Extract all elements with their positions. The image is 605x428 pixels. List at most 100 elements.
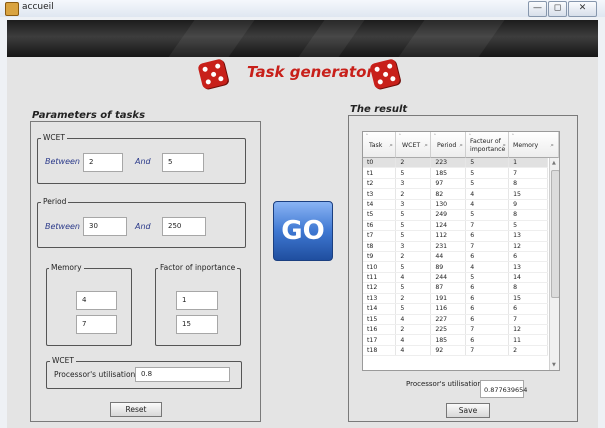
scrollbar-thumb[interactable] xyxy=(551,170,559,298)
filter-icon[interactable]: ⌕ xyxy=(424,141,428,150)
table-cell: t18 xyxy=(363,345,397,357)
table-cell: 5 xyxy=(395,282,432,294)
table-cell: 6 xyxy=(465,303,510,315)
table-cell: 5 xyxy=(395,303,432,315)
memory-value2-input[interactable]: 7 xyxy=(76,315,117,334)
table-cell: 4 xyxy=(395,272,432,284)
column-header-factor[interactable]: ⌃ Facteur of importance ⌕ xyxy=(466,132,509,158)
table-row[interactable]: t1 5 185 5 7 xyxy=(363,167,548,179)
table-row[interactable]: t16 2 225 7 12 xyxy=(363,324,548,336)
table-cell: 5 xyxy=(465,209,510,221)
parameters-heading: Parameters of tasks xyxy=(32,110,146,121)
sort-icon: ⌃ xyxy=(433,134,437,139)
filter-icon[interactable]: ⌕ xyxy=(389,141,393,150)
save-button[interactable]: Save xyxy=(446,403,490,418)
column-header-wcet[interactable]: ⌃ WCET ⌕ xyxy=(396,132,431,158)
filter-icon[interactable]: ⌕ xyxy=(459,141,463,150)
table-cell: 2 xyxy=(395,293,432,305)
table-cell: 4 xyxy=(395,334,432,346)
table-cell: 15 xyxy=(508,188,548,200)
table-row[interactable]: t6 5 124 7 5 xyxy=(363,220,548,232)
table-row[interactable]: t11 4 244 5 14 xyxy=(363,272,548,284)
table-cell: 8 xyxy=(508,282,548,294)
table-cell: 185 xyxy=(430,167,467,179)
table-cell: 6 xyxy=(508,251,548,263)
table-cell: 223 xyxy=(430,158,467,169)
sort-icon: ⌃ xyxy=(398,134,402,139)
table-cell: 2 xyxy=(508,345,548,357)
period-min-input[interactable]: 30 xyxy=(83,217,127,236)
memory-group-label: Memory xyxy=(49,263,84,272)
table-row[interactable]: t18 4 92 7 2 xyxy=(363,345,548,357)
wcet-between-label: Between xyxy=(45,157,81,166)
table-row[interactable]: t14 5 116 6 6 xyxy=(363,303,548,315)
wcet-min-input[interactable]: 2 xyxy=(83,153,123,172)
table-cell: 5 xyxy=(465,167,510,179)
minimize-button[interactable]: — xyxy=(528,1,547,17)
table-row[interactable]: t9 2 44 6 6 xyxy=(363,251,548,263)
table-cell: t11 xyxy=(363,272,397,284)
table-row[interactable]: t17 4 185 6 11 xyxy=(363,334,548,346)
table-cell: 4 xyxy=(395,345,432,357)
table-row[interactable]: t4 3 130 4 9 xyxy=(363,199,548,211)
table-row[interactable]: t2 3 97 5 8 xyxy=(363,178,548,190)
table-cell: 12 xyxy=(508,241,548,252)
filter-icon[interactable]: ⌕ xyxy=(502,141,506,150)
app-icon xyxy=(5,2,19,16)
table-row[interactable]: t15 4 227 6 7 xyxy=(363,314,548,326)
table-cell: 7 xyxy=(465,220,510,232)
table-cell: 8 xyxy=(508,178,548,190)
maximize-button[interactable]: ◻ xyxy=(548,1,567,17)
memory-value1-input[interactable]: 4 xyxy=(76,291,117,310)
table-row[interactable]: t10 5 89 4 13 xyxy=(363,261,548,273)
table-cell: 2 xyxy=(395,158,432,169)
table-row[interactable]: t5 5 249 5 8 xyxy=(363,209,548,221)
table-cell: 227 xyxy=(430,314,467,326)
table-cell: 14 xyxy=(508,272,548,284)
factor-value1-input[interactable]: 1 xyxy=(176,291,218,310)
table-cell: 185 xyxy=(430,334,467,346)
table-cell: 124 xyxy=(430,220,467,232)
table-cell: 6 xyxy=(465,282,510,294)
table-cell: 249 xyxy=(430,209,467,221)
table-row[interactable]: t12 5 87 6 8 xyxy=(363,282,548,294)
table-cell: 92 xyxy=(430,345,467,357)
scroll-up-icon[interactable]: ▲ xyxy=(552,160,556,166)
table-cell: 12 xyxy=(508,324,548,336)
period-and-label: And xyxy=(135,222,151,231)
table-cell: 5 xyxy=(395,261,432,273)
table-cell: 5 xyxy=(465,178,510,190)
table-cell: 191 xyxy=(430,293,467,305)
table-cell: t3 xyxy=(363,188,397,200)
reset-button[interactable]: Reset xyxy=(110,402,162,417)
column-header-task[interactable]: ⌃ Task ⌕ xyxy=(363,132,396,158)
column-header-period[interactable]: ⌃ Period ⌕ xyxy=(431,132,466,158)
table-cell: 225 xyxy=(430,324,467,336)
table-cell: 116 xyxy=(430,303,467,315)
table-cell: 231 xyxy=(430,241,467,252)
column-header-memory[interactable]: ⌃ Memory ⌕ xyxy=(509,132,559,158)
table-cell: t6 xyxy=(363,220,397,232)
close-button[interactable]: ✕ xyxy=(568,1,597,17)
scroll-down-icon[interactable]: ▼ xyxy=(552,362,556,368)
table-row[interactable]: t3 2 82 4 15 xyxy=(363,188,548,200)
table-row[interactable]: t0 2 223 5 1 xyxy=(363,158,548,169)
factor-value2-input[interactable]: 15 xyxy=(176,315,218,334)
task-table: ⌃ Task ⌕ ⌃ WCET ⌕ ⌃ Period ⌕ ⌃ Facteur o… xyxy=(362,131,560,371)
table-scrollbar[interactable]: ▲ ▼ xyxy=(549,158,559,370)
table-cell: 7 xyxy=(465,324,510,336)
go-button[interactable]: GO xyxy=(273,201,333,261)
period-max-input[interactable]: 250 xyxy=(162,217,206,236)
filter-icon[interactable]: ⌕ xyxy=(550,141,554,150)
table-cell: t17 xyxy=(363,334,397,346)
table-cell: 13 xyxy=(508,261,548,273)
utilisation-input[interactable]: 0.8 xyxy=(135,367,230,382)
table-row[interactable]: t7 5 112 6 13 xyxy=(363,230,548,242)
table-cell: 5 xyxy=(395,209,432,221)
table-cell: t14 xyxy=(363,303,397,315)
wcet-max-input[interactable]: 5 xyxy=(162,153,204,172)
table-row[interactable]: t13 2 191 6 15 xyxy=(363,293,548,305)
table-row[interactable]: t8 3 231 7 12 xyxy=(363,241,548,252)
table-cell: 2 xyxy=(395,251,432,263)
utilisation-label: Processor's utilisation xyxy=(54,370,136,379)
